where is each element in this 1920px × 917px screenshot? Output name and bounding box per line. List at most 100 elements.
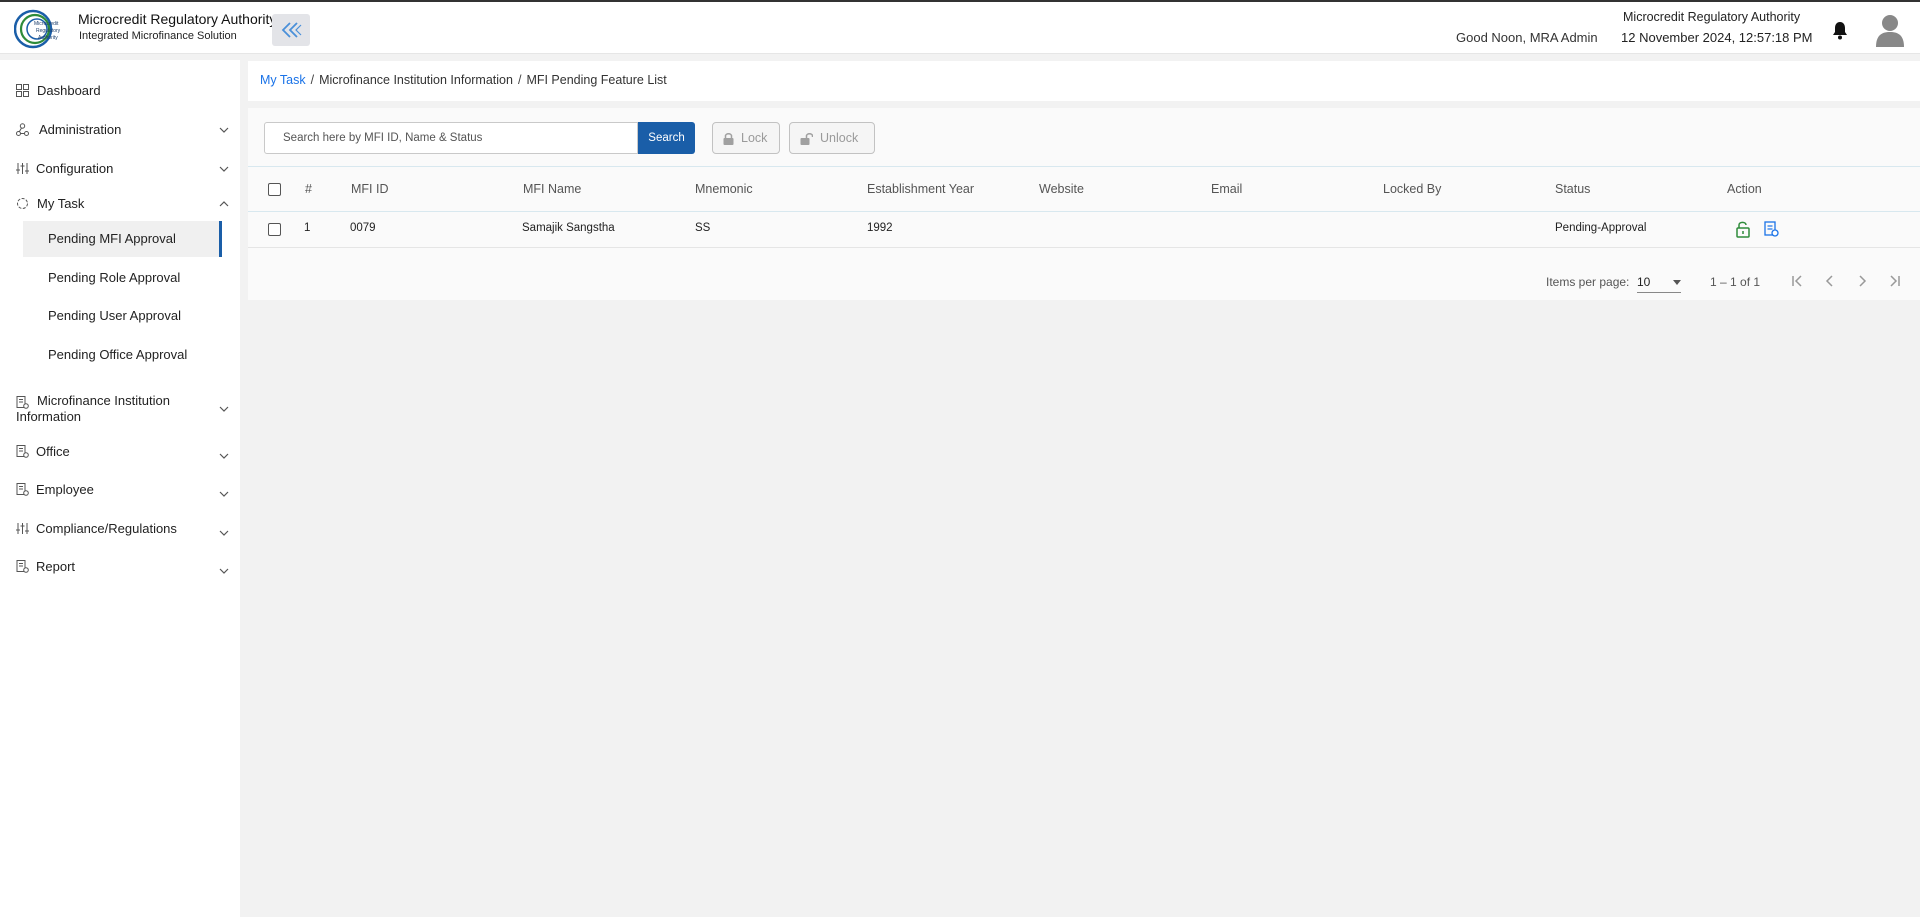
mfi-pending-table: # MFI ID MFI Name Mnemonic Establishment… xyxy=(248,166,1920,248)
view-details-icon[interactable] xyxy=(1763,220,1779,238)
sidebar-subitem-pending-user-approval[interactable]: Pending User Approval xyxy=(23,298,222,334)
table-row[interactable]: 1 0079 Samajik Sangstha SS 1992 Pending-… xyxy=(248,212,1920,248)
sidebar-item-employee[interactable]: Employee xyxy=(0,475,240,505)
column-header-locked-by[interactable]: Locked By xyxy=(1383,182,1441,196)
cell-mfi-name: Samajik Sangstha xyxy=(522,222,615,234)
next-page-icon[interactable] xyxy=(1854,273,1870,289)
sidebar-item-my-task[interactable]: My Task xyxy=(0,189,240,219)
svg-text:Regulatory: Regulatory xyxy=(36,28,61,34)
sidebar-item-mfi-information[interactable]: Microfinance Institution Information xyxy=(0,390,240,426)
dropdown-caret-icon xyxy=(1673,280,1681,285)
sidebar-item-administration[interactable]: Administration xyxy=(0,115,240,145)
column-header-status[interactable]: Status xyxy=(1555,182,1590,196)
items-per-page-value: 10 xyxy=(1637,275,1651,289)
search-input[interactable] xyxy=(265,123,637,153)
breadcrumb-item-mfi-information: Microfinance Institution Information xyxy=(319,73,513,87)
sidebar-subitem-label: Pending Office Approval xyxy=(48,347,188,362)
chevron-down-icon xyxy=(219,530,229,536)
breadcrumb-bar: My Task / Microfinance Institution Informa… xyxy=(248,61,1920,101)
main-panel: Search Lock Unlock # MFI ID MFI Name Mne… xyxy=(248,108,1920,300)
table-header-row: # MFI ID MFI Name Mnemonic Establishment… xyxy=(248,166,1920,212)
sidebar: Dashboard Administration Configuration M… xyxy=(0,60,240,917)
cell-mnemonic: SS xyxy=(695,222,711,234)
sidebar-item-label: My Task xyxy=(37,196,85,211)
chevron-down-icon xyxy=(219,406,229,412)
sidebar-item-label: Dashboard xyxy=(37,83,101,98)
cell-establishment-year: 1992 xyxy=(867,222,893,234)
sliders-icon xyxy=(16,163,29,174)
top-header: Microcredit Regulatory Authority Microcr… xyxy=(0,0,1920,54)
page-range-label: 1 – 1 of 1 xyxy=(1710,275,1761,289)
sidebar-subitem-label: Pending Role Approval xyxy=(48,270,181,285)
breadcrumb-current-page: MFI Pending Feature List xyxy=(526,73,667,87)
user-avatar-icon[interactable] xyxy=(1874,13,1906,47)
nodes-icon xyxy=(16,123,29,136)
previous-page-icon[interactable] xyxy=(1822,273,1838,289)
document-icon xyxy=(16,483,29,496)
sidebar-item-configuration[interactable]: Configuration xyxy=(0,154,240,184)
sidebar-item-dashboard[interactable]: Dashboard xyxy=(0,76,240,106)
brand-title: Microcredit Regulatory Authority xyxy=(78,11,277,27)
sidebar-item-office[interactable]: Office xyxy=(0,437,240,467)
cell-index: 1 xyxy=(304,222,311,234)
chevron-down-icon xyxy=(219,127,229,133)
grid-icon xyxy=(16,84,29,97)
column-header-website[interactable]: Website xyxy=(1039,182,1084,196)
sidebar-item-label: Administration xyxy=(39,122,122,137)
unlock-button-label: Unlock xyxy=(820,131,859,145)
chevron-up-icon xyxy=(219,201,229,207)
items-per-page-label: Items per page: xyxy=(1546,275,1630,289)
breadcrumb-separator: / xyxy=(310,73,315,87)
chevron-down-icon xyxy=(219,166,229,172)
organization-name: Microcredit Regulatory Authority xyxy=(1623,10,1801,24)
lock-button[interactable]: Lock xyxy=(712,122,780,154)
chevron-down-icon xyxy=(219,568,229,574)
sidebar-subitem-pending-office-approval[interactable]: Pending Office Approval xyxy=(23,337,222,373)
sidebar-item-label: Office xyxy=(36,444,70,459)
current-datetime: 12 November 2024, 12:57:18 PM xyxy=(1621,30,1813,45)
breadcrumb: My Task / Microfinance Institution Informa… xyxy=(260,73,667,87)
sliders-icon xyxy=(16,523,29,534)
sidebar-item-label: Employee xyxy=(36,482,94,497)
collapse-sidebar-button[interactable] xyxy=(272,14,310,46)
column-header-establishment-year[interactable]: Establishment Year xyxy=(867,182,974,196)
svg-text:Authority: Authority xyxy=(38,35,58,41)
column-header-action: Action xyxy=(1727,182,1762,196)
column-header-email[interactable]: Email xyxy=(1211,182,1242,196)
column-header-mnemonic[interactable]: Mnemonic xyxy=(695,182,753,196)
chevron-down-icon xyxy=(219,453,229,459)
sidebar-subitem-label: Pending MFI Approval xyxy=(48,231,176,246)
unlock-action-icon[interactable] xyxy=(1735,220,1751,238)
last-page-icon[interactable] xyxy=(1886,273,1902,289)
spinner-icon xyxy=(17,198,28,209)
unlock-button[interactable]: Unlock xyxy=(789,122,875,154)
chevron-down-icon xyxy=(219,491,229,497)
column-header-index: # xyxy=(305,182,312,196)
items-per-page-select[interactable]: 10 xyxy=(1637,271,1681,293)
sidebar-item-label: Compliance/Regulations xyxy=(36,521,177,536)
document-icon xyxy=(16,560,29,573)
sidebar-item-compliance-regulations[interactable]: Compliance/Regulations xyxy=(0,514,240,544)
breadcrumb-link-my-task[interactable]: My Task xyxy=(260,73,306,87)
sidebar-subitem-pending-role-approval[interactable]: Pending Role Approval xyxy=(23,260,222,296)
search-box xyxy=(264,122,638,154)
breadcrumb-separator: / xyxy=(517,73,522,87)
sidebar-item-label: Microfinance Institution Information xyxy=(16,393,170,424)
document-icon xyxy=(16,445,29,458)
column-header-mfi-name[interactable]: MFI Name xyxy=(523,182,581,196)
unlock-icon xyxy=(800,132,813,145)
first-page-icon[interactable] xyxy=(1790,273,1806,289)
sidebar-subitem-pending-mfi-approval[interactable]: Pending MFI Approval xyxy=(23,221,222,257)
row-checkbox[interactable] xyxy=(268,223,281,236)
svg-text:Microcredit: Microcredit xyxy=(34,21,59,27)
search-button[interactable]: Search xyxy=(638,122,695,154)
select-all-checkbox[interactable] xyxy=(268,183,281,196)
lock-icon xyxy=(723,132,734,145)
sidebar-item-report[interactable]: Report xyxy=(0,552,240,582)
double-chevron-left-icon xyxy=(281,22,302,38)
lock-button-label: Lock xyxy=(741,131,768,145)
paginator: Items per page: 10 1 – 1 of 1 xyxy=(248,266,1920,300)
column-header-mfi-id[interactable]: MFI ID xyxy=(351,182,389,196)
notification-bell-icon[interactable] xyxy=(1832,20,1848,40)
brand-subtitle: Integrated Microfinance Solution xyxy=(79,30,237,42)
